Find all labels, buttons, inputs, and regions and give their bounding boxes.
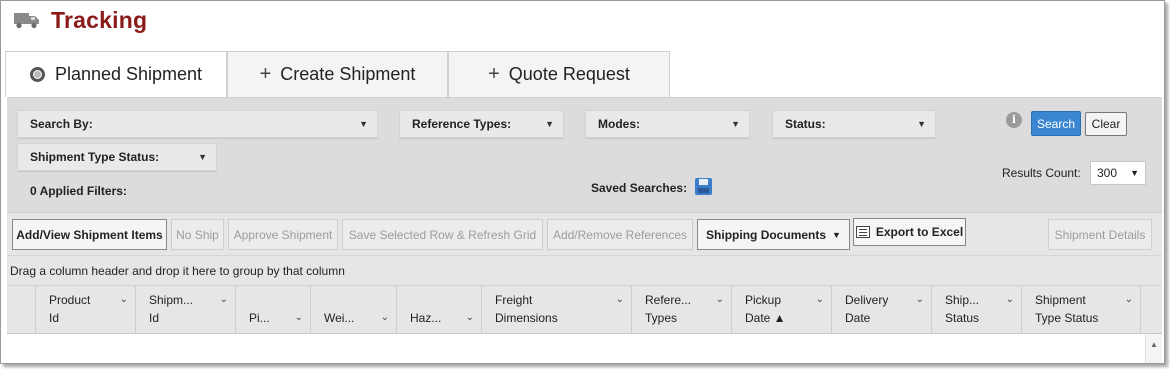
column-title: Ship... Status: [945, 293, 980, 325]
tab-label: Planned Shipment: [54, 64, 203, 84]
tab-create-shipment[interactable]: + Create Shipment: [227, 51, 448, 97]
group-hint-text: Drag a column header and drop it here to…: [10, 263, 345, 278]
column-header-weight[interactable]: Wei... ⌄: [310, 286, 396, 334]
caret-down-icon: ▼: [545, 119, 554, 129]
grid-toolbar: Add/View Shipment Items No Ship Approve …: [7, 212, 1162, 256]
caret-down-icon: ▼: [832, 229, 841, 240]
column-title: Pi...: [249, 311, 270, 325]
column-header-shipment-status[interactable]: Ship... Status ⌄: [931, 286, 1021, 334]
chevron-down-icon[interactable]: ⌄: [916, 294, 924, 305]
modes-dropdown[interactable]: Modes: ▼: [585, 110, 750, 138]
saved-searches-label: Saved Searches:: [591, 181, 688, 195]
chevron-down-icon[interactable]: ⌄: [120, 294, 128, 305]
caret-down-icon: ▼: [198, 152, 207, 162]
column-header-pieces[interactable]: Pi... ⌄: [235, 286, 310, 334]
search-by-dropdown[interactable]: Search By: ▼: [17, 110, 378, 138]
results-count-value: 300: [1097, 166, 1118, 180]
scroll-up-icon[interactable]: ▲: [1150, 340, 1158, 349]
info-icon[interactable]: i: [1006, 112, 1022, 128]
results-count-label: Results Count:: [1002, 166, 1081, 180]
grid-body: ▲: [7, 334, 1162, 363]
applied-filters-label: 0 Applied Filters:: [30, 184, 127, 198]
caret-down-icon: ▼: [917, 119, 926, 129]
plus-icon: +: [488, 63, 500, 85]
button-label: Shipping Documents: [706, 227, 827, 242]
column-title: Freight Dimensions: [495, 293, 558, 325]
tab-label: Quote Request: [508, 64, 630, 84]
column-header-hazmat[interactable]: Haz... ⌄: [396, 286, 481, 334]
column-title: Pickup Date ▲: [745, 293, 786, 325]
add-view-shipment-items-button[interactable]: Add/View Shipment Items: [12, 219, 167, 250]
grid-header: Product Id ⌄ Shipm... Id ⌄ Pi... ⌄ Wei... …: [7, 286, 1162, 334]
filter-panel: Search By: ▼ Reference Types: ▼ Modes: ▼…: [7, 97, 1162, 212]
save-icon[interactable]: [695, 178, 712, 195]
chevron-down-icon[interactable]: ⌄: [295, 312, 303, 323]
column-header-pickup-date[interactable]: Pickup Date ▲ ⌄: [731, 286, 831, 334]
chevron-down-icon[interactable]: ⌄: [716, 294, 724, 305]
column-header-reference-types[interactable]: Refere... Types ⌄: [631, 286, 731, 334]
chevron-down-icon[interactable]: ⌄: [616, 294, 624, 305]
dropdown-label: Search By:: [30, 117, 93, 131]
status-dropdown[interactable]: Status: ▼: [772, 110, 936, 138]
add-remove-references-button[interactable]: Add/Remove References: [547, 219, 693, 250]
no-ship-button[interactable]: No Ship: [171, 219, 224, 250]
tab-strip: Planned Shipment + Create Shipment + Quo…: [5, 51, 670, 97]
dropdown-label: Reference Types:: [412, 117, 512, 131]
tab-quote-request[interactable]: + Quote Request: [448, 51, 670, 97]
tab-planned-shipment[interactable]: Planned Shipment: [5, 51, 227, 97]
column-title: Product Id: [49, 293, 91, 325]
shipping-documents-button[interactable]: Shipping Documents ▼: [697, 219, 850, 250]
chevron-down-icon[interactable]: ⌄: [466, 312, 474, 323]
export-to-excel-button[interactable]: Export to Excel: [853, 218, 966, 246]
column-title: Refere... Types: [645, 293, 692, 325]
chevron-down-icon[interactable]: ⌄: [1006, 294, 1014, 305]
column-header-shipment-type-status[interactable]: Shipment Type Status ⌄: [1021, 286, 1140, 334]
group-by-drop-zone[interactable]: Drag a column header and drop it here to…: [7, 256, 1162, 286]
page-title: Tracking: [51, 6, 148, 33]
results-count-select[interactable]: 300 ▼: [1090, 161, 1146, 185]
column-title: Haz...: [410, 311, 442, 325]
column-header-freight-dimensions[interactable]: Freight Dimensions ⌄: [481, 286, 631, 334]
caret-down-icon: ▼: [731, 119, 740, 129]
column-header-delivery-date[interactable]: Delivery Date ⌄: [831, 286, 931, 334]
clear-button[interactable]: Clear: [1085, 112, 1127, 136]
shipment-details-button[interactable]: Shipment Details: [1048, 219, 1152, 250]
column-header-product-id[interactable]: Product Id ⌄: [35, 286, 135, 334]
document-icon: [855, 226, 870, 238]
approve-shipment-button[interactable]: Approve Shipment: [228, 219, 338, 250]
chevron-down-icon[interactable]: ⌄: [1125, 294, 1133, 305]
dropdown-label: Modes:: [598, 117, 640, 131]
radio-icon: [29, 67, 45, 82]
reference-types-dropdown[interactable]: Reference Types: ▼: [399, 110, 564, 138]
column-header-shipment-id[interactable]: Shipm... Id ⌄: [135, 286, 235, 334]
save-refresh-grid-button[interactable]: Save Selected Row & Refresh Grid: [342, 219, 543, 250]
chevron-down-icon[interactable]: ⌄: [220, 294, 228, 305]
shipment-type-status-dropdown[interactable]: Shipment Type Status: ▼: [17, 143, 217, 171]
chevron-down-icon[interactable]: ⌄: [381, 312, 389, 323]
search-button[interactable]: Search: [1031, 111, 1081, 136]
column-title: Shipm... Id: [149, 293, 194, 325]
truck-icon: [13, 10, 41, 30]
dropdown-label: Status:: [785, 117, 826, 131]
tab-label: Create Shipment: [280, 64, 416, 84]
app-window: Tracking Planned Shipment + Create Shipm…: [0, 0, 1165, 364]
button-label: Export to Excel: [875, 225, 964, 239]
chevron-down-icon[interactable]: ⌄: [816, 294, 824, 305]
caret-down-icon: ▼: [1130, 168, 1139, 178]
page-header: Tracking: [13, 5, 147, 35]
column-title: Shipment Type Status: [1035, 293, 1099, 325]
column-header-spacer: [1140, 286, 1162, 334]
plus-icon: +: [259, 63, 272, 85]
vertical-scrollbar[interactable]: ▲: [1145, 334, 1162, 363]
dropdown-label: Shipment Type Status:: [30, 150, 160, 164]
caret-down-icon: ▼: [359, 119, 368, 129]
column-title: Delivery Date: [845, 293, 889, 325]
column-title: Wei...: [324, 311, 355, 325]
